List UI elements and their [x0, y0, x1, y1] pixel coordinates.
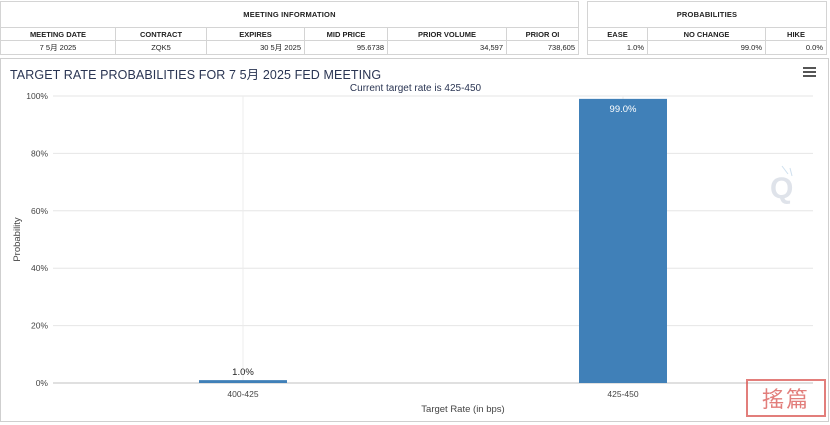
- col-expires: EXPIRES: [207, 28, 305, 40]
- hike-value: 0.0%: [805, 43, 823, 52]
- y-tick-label-0: 0%: [36, 378, 49, 388]
- meeting-info-table: MEETING INFORMATION MEETING DATE CONTRAC…: [0, 1, 579, 55]
- probabilities-header-row: EASE NO CHANGE HIKE: [588, 28, 826, 41]
- prior-oi-value: 738,605: [547, 43, 575, 52]
- col-contract: CONTRACT: [116, 28, 207, 40]
- probabilities-title: PROBABILITIES: [588, 2, 826, 28]
- expires-value: 30 5月 2025: [207, 41, 305, 54]
- bar-400-425: [199, 380, 287, 383]
- bar-425-450: [579, 98, 667, 383]
- no-change-value: 99.0%: [648, 41, 766, 54]
- col-prior-volume: PRIOR VOLUME: [388, 28, 507, 40]
- meeting-info-header-row: MEETING DATE CONTRACT EXPIRES MID PRICE …: [1, 28, 578, 41]
- col-no-change: NO CHANGE: [648, 28, 766, 40]
- data-label-400-425: 1.0%: [232, 367, 254, 378]
- meeting-info-title: MEETING INFORMATION: [1, 2, 578, 28]
- meeting-info-data-row: 7 5月 2025 ZQK5 30 5月 2025 95.6738 34,597…: [1, 41, 578, 54]
- chart-panel: TARGET RATE PROBABILITIES FOR 7 5月 2025 …: [0, 58, 829, 422]
- bar-chart: 0% 20% 40% 60% 80% 100% 1.0% 400-425 99.0% 425-45…: [12, 91, 813, 415]
- ease-value: 1.0%: [588, 41, 648, 54]
- svg-text:Q: Q: [770, 172, 793, 204]
- meeting-date-value: 7 5月 2025: [1, 41, 116, 54]
- col-meeting-date: MEETING DATE: [1, 28, 116, 40]
- x-axis-title: Target Rate (in bps): [421, 404, 504, 415]
- probabilities-data-row: 1.0% 99.0% 0.0%: [588, 41, 826, 54]
- mid-price-value: 95.6738: [305, 41, 388, 54]
- col-mid-price: MID PRICE: [305, 28, 388, 40]
- x-tick-label-400-425: 400-425: [227, 389, 258, 399]
- seal-stamp: 搖篇: [746, 379, 826, 417]
- q-watermark-icon: Q: [770, 165, 793, 204]
- y-tick-label-80: 80%: [31, 148, 48, 158]
- y-tick-label-40: 40%: [31, 263, 48, 273]
- y-tick-label-60: 60%: [31, 206, 48, 216]
- y-tick-label-100: 100%: [26, 91, 48, 101]
- col-prior-oi: PRIOR OI: [525, 29, 560, 39]
- data-label-425-450: 99.0%: [610, 104, 637, 115]
- col-ease: EASE: [588, 28, 648, 40]
- prior-volume-value: 34,597: [388, 41, 507, 54]
- col-hike: HIKE: [787, 29, 805, 39]
- y-axis-title: Probability: [12, 217, 23, 262]
- y-tick-label-20: 20%: [31, 321, 48, 331]
- probabilities-table: PROBABILITIES EASE NO CHANGE HIKE 1.0% 9…: [587, 1, 827, 55]
- contract-value: ZQK5: [116, 41, 207, 54]
- x-tick-label-425-450: 425-450: [607, 389, 638, 399]
